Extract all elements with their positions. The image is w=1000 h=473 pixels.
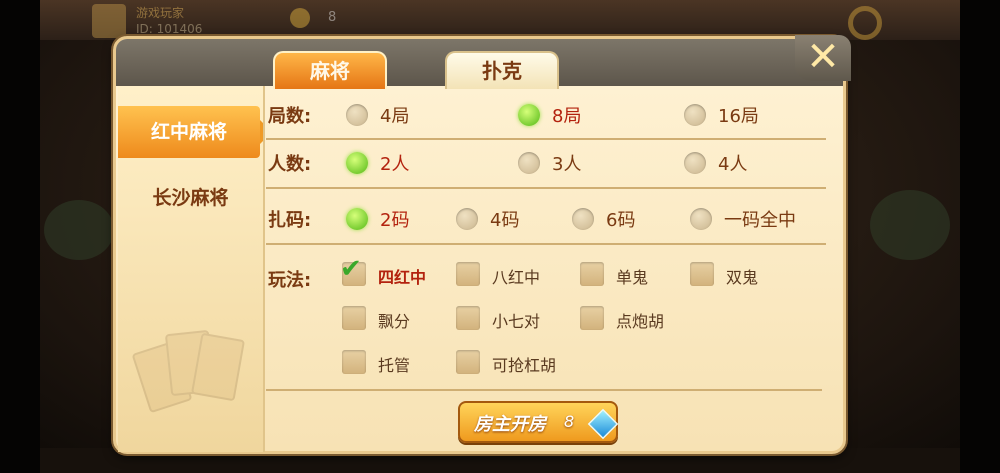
decor-plant — [44, 200, 114, 260]
checkbox-box: ✔ — [340, 254, 366, 286]
rounds-label: 局数: — [268, 106, 312, 127]
radio-icon — [684, 104, 706, 126]
option-label: 4局 — [380, 106, 410, 127]
option-label: 4人 — [718, 154, 748, 175]
option-label: 托管 — [378, 356, 411, 375]
option-label: 3人 — [552, 154, 582, 175]
create-room-cost: 8 — [564, 412, 575, 431]
sidebar-item-hongzhong[interactable]: 红中麻将 — [118, 106, 263, 158]
tab-mahjong[interactable]: 麻将 — [273, 51, 387, 89]
avatar — [92, 4, 126, 38]
players-label: 人数: — [268, 154, 312, 175]
coin-value: 8 — [328, 10, 337, 25]
option-label: 一码全中 — [724, 210, 796, 231]
divider — [266, 243, 826, 245]
option-label: 4码 — [490, 210, 520, 231]
radio-icon — [684, 152, 706, 174]
create-room-label: 房主开房 — [474, 414, 546, 435]
game-type-sidebar: 红中麻将 长沙麻将 — [118, 86, 265, 452]
sidebar-item-changsha[interactable]: 长沙麻将 — [118, 172, 263, 224]
option-label: 16局 — [718, 106, 759, 127]
options-panel: 局数: 4局 8局 16局 人数: 2人 3人 4人 扎码: 2码 4码 6码 … — [266, 86, 826, 452]
option-label: 八红中 — [492, 268, 541, 287]
option-label: 2人 — [380, 154, 410, 175]
checkbox-box — [456, 306, 480, 330]
radio-icon — [690, 208, 712, 230]
option-label: 6码 — [606, 210, 636, 231]
decor-cards-image — [131, 316, 246, 426]
create-room-dialog: 麻将 扑克 ✕ 红中麻将 长沙麻将 局数: 4局 8局 16局 人数: 2人 3… — [113, 35, 851, 454]
radio-icon — [456, 208, 478, 230]
divider — [266, 138, 826, 140]
create-room-button[interactable]: 房主开房 8 — [458, 401, 619, 443]
close-icon[interactable]: ✕ — [795, 35, 851, 81]
decor-plant — [870, 190, 950, 260]
user-id: ID: 101406 — [136, 22, 203, 36]
radio-selected-icon — [346, 152, 368, 174]
divider — [266, 389, 822, 391]
checkbox-box — [342, 350, 366, 374]
tab-poker[interactable]: 扑克 — [445, 51, 559, 89]
option-label: 可抢杠胡 — [492, 356, 557, 375]
lobby-user-info: 游戏玩家 ID: 101406 — [92, 4, 252, 38]
coin-icon — [290, 8, 310, 28]
option-label: 8局 — [552, 106, 582, 127]
user-name: 游戏玩家 — [136, 6, 185, 20]
checkbox-box — [580, 262, 604, 286]
checkbox-box — [580, 306, 604, 330]
zhama-label: 扎码: — [268, 210, 312, 231]
checkbox-box — [456, 350, 480, 374]
rules-label: 玩法: — [268, 270, 312, 291]
option-label: 四红中 — [378, 268, 427, 287]
option-label: 飘分 — [378, 312, 411, 331]
checkmark-icon: ✔ — [340, 254, 362, 284]
radio-icon — [518, 152, 540, 174]
option-label: 双鬼 — [726, 268, 759, 287]
option-label: 单鬼 — [616, 268, 649, 287]
lobby-coin-counter: 8 — [290, 8, 370, 28]
checkbox-box — [456, 262, 480, 286]
option-label: 2码 — [380, 210, 410, 231]
left-letterbox — [0, 0, 40, 473]
checkbox-box — [342, 306, 366, 330]
option-label: 小七对 — [492, 312, 541, 331]
checkbox-box — [690, 262, 714, 286]
option-label: 点炮胡 — [616, 312, 665, 331]
radio-selected-icon — [518, 104, 540, 126]
radio-selected-icon — [346, 208, 368, 230]
radio-icon — [346, 104, 368, 126]
divider — [266, 187, 826, 189]
radio-icon — [572, 208, 594, 230]
settings-gear-icon — [848, 6, 882, 40]
diamond-icon — [587, 408, 619, 440]
right-letterbox — [960, 0, 1000, 473]
